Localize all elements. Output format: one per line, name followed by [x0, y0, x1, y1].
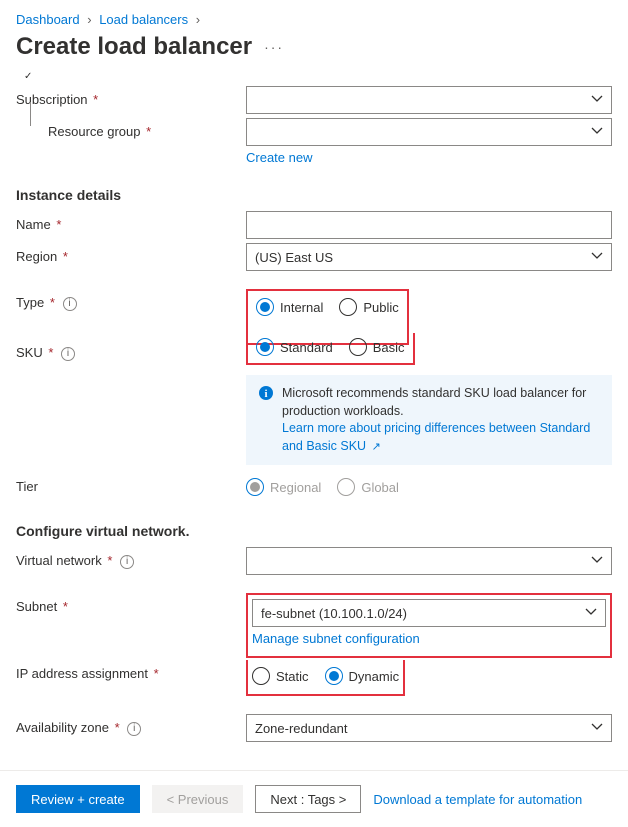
subnet-select[interactable]: fe-subnet (10.100.1.0/24)	[252, 599, 606, 627]
chevron-down-icon	[591, 721, 603, 736]
info-icon[interactable]: i	[61, 347, 75, 361]
next-button[interactable]: Next : Tags >	[255, 785, 361, 813]
manage-subnet-link[interactable]: Manage subnet configuration	[252, 631, 420, 646]
chevron-down-icon	[591, 93, 603, 108]
label-resource-group: Resource group *	[16, 118, 246, 139]
radio-tier-regional: Regional	[246, 478, 321, 496]
info-icon[interactable]: i	[127, 722, 141, 736]
radio-sku-basic[interactable]: Basic	[349, 338, 405, 356]
ip-assignment-radio-group[interactable]: Static Dynamic	[252, 662, 399, 690]
previous-button: < Previous	[152, 785, 244, 813]
info-icon[interactable]: i	[120, 555, 134, 569]
external-link-icon: ↗	[372, 441, 381, 453]
footer-actions: Review + create < Previous Next : Tags >…	[0, 771, 628, 827]
breadcrumb-dashboard[interactable]: Dashboard	[16, 12, 80, 27]
create-new-link[interactable]: Create new	[246, 150, 312, 165]
sku-recommendation-callout: i Microsoft recommends standard SKU load…	[246, 375, 612, 465]
breadcrumb: Dashboard › Load balancers ›	[16, 8, 612, 33]
label-type: Type * i	[16, 289, 246, 311]
breadcrumb-loadbalancers[interactable]: Load balancers	[99, 12, 188, 27]
subscription-select[interactable]	[246, 86, 612, 114]
section-configure-vnet: Configure virtual network.	[16, 523, 612, 539]
callout-text: Microsoft recommends standard SKU load b…	[282, 386, 586, 418]
resource-group-select[interactable]	[246, 118, 612, 146]
info-icon: i	[258, 385, 274, 455]
chevron-down-icon	[591, 125, 603, 140]
label-tier: Tier	[16, 473, 246, 494]
radio-ip-static[interactable]: Static	[252, 667, 309, 685]
label-sku: SKU * i	[16, 339, 246, 361]
highlight-box: Static Dynamic	[246, 660, 405, 696]
label-subscription: Subscription *	[16, 86, 246, 107]
availability-zone-select[interactable]: Zone-redundant	[246, 714, 612, 742]
tier-radio-group: Regional Global	[246, 473, 612, 501]
highlight-box: Standard Basic	[246, 333, 415, 365]
svg-text:i: i	[264, 388, 267, 400]
label-ip-assignment: IP address assignment *	[16, 660, 246, 681]
name-input[interactable]	[246, 211, 612, 239]
section-instance-details: Instance details	[16, 187, 612, 203]
label-availability-zone: Availability zone * i	[16, 714, 246, 736]
radio-sku-standard[interactable]: Standard	[256, 338, 333, 356]
info-icon[interactable]: i	[63, 297, 77, 311]
chevron-down-icon	[591, 554, 603, 569]
label-name: Name *	[16, 211, 246, 232]
sku-radio-group[interactable]: Standard Basic	[256, 333, 405, 361]
expand-indicator: ✓	[24, 71, 612, 82]
label-region: Region *	[16, 243, 246, 264]
page-title: Create load balancer	[16, 33, 252, 61]
region-select[interactable]: (US) East US	[246, 243, 612, 271]
highlight-box: fe-subnet (10.100.1.0/24) Manage subnet …	[246, 593, 612, 658]
radio-tier-global: Global	[337, 478, 399, 496]
download-template-link[interactable]: Download a template for automation	[373, 792, 582, 807]
label-subnet: Subnet *	[16, 593, 246, 614]
label-virtual-network: Virtual network * i	[16, 547, 246, 569]
radio-ip-dynamic[interactable]: Dynamic	[325, 667, 400, 685]
chevron-down-icon	[585, 606, 597, 621]
radio-type-internal[interactable]: Internal	[256, 298, 323, 316]
overflow-icon[interactable]: ···	[264, 39, 284, 55]
type-radio-group[interactable]: Internal Public	[256, 293, 399, 321]
review-create-button[interactable]: Review + create	[16, 785, 140, 813]
virtual-network-select[interactable]	[246, 547, 612, 575]
radio-type-public[interactable]: Public	[339, 298, 398, 316]
callout-link[interactable]: Learn more about pricing differences bet…	[282, 421, 590, 453]
chevron-down-icon	[591, 250, 603, 265]
